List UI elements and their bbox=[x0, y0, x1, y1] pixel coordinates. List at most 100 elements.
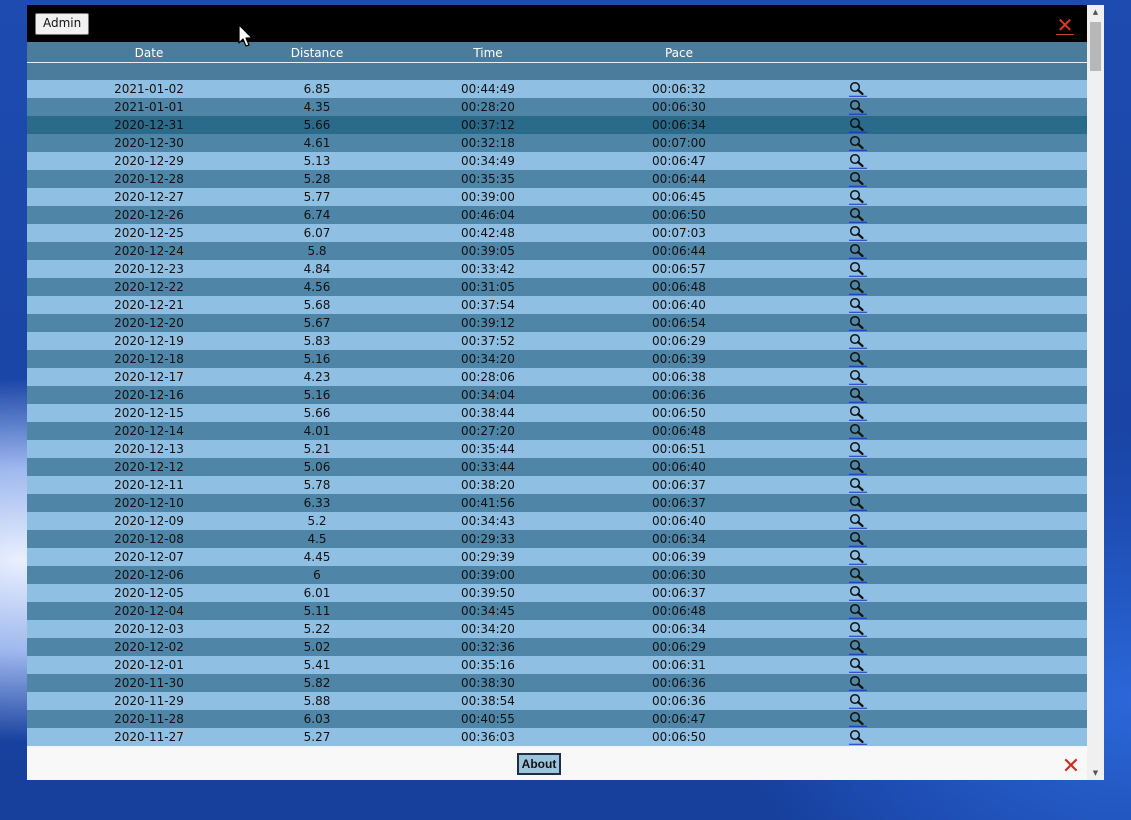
table-row[interactable]: 2021-01-02 6.85 00:44:49 00:06:32 bbox=[27, 80, 1087, 98]
magnifier-icon[interactable] bbox=[848, 657, 868, 673]
top-toolbar: Admin ✕ bbox=[27, 5, 1087, 42]
scrollbar-thumb[interactable] bbox=[1090, 22, 1101, 71]
magnifier-icon[interactable] bbox=[848, 639, 868, 655]
table-row[interactable]: 2020-12-22 4.56 00:31:05 00:06:48 bbox=[27, 278, 1087, 296]
magnifier-icon[interactable] bbox=[848, 423, 868, 439]
magnifier-icon[interactable] bbox=[848, 531, 868, 547]
pace-cell: 00:06:37 bbox=[652, 496, 706, 510]
table-row[interactable]: 2020-12-14 4.01 00:27:20 00:06:48 bbox=[27, 422, 1087, 440]
table-row[interactable]: 2020-12-18 5.16 00:34:20 00:06:39 bbox=[27, 350, 1087, 368]
magnifier-icon[interactable] bbox=[848, 675, 868, 691]
table-row[interactable]: 2020-12-07 4.45 00:29:39 00:06:39 bbox=[27, 548, 1087, 566]
magnifier-icon[interactable] bbox=[848, 207, 868, 223]
table-row[interactable]: 2020-12-08 4.5 00:29:33 00:06:34 bbox=[27, 530, 1087, 548]
date-cell: 2020-12-25 bbox=[114, 226, 184, 240]
pace-cell: 00:06:37 bbox=[652, 586, 706, 600]
magnifier-icon[interactable] bbox=[848, 369, 868, 385]
magnifier-icon[interactable] bbox=[848, 387, 868, 403]
magnifier-icon[interactable] bbox=[848, 567, 868, 583]
app-window: Admin ✕ Date Distance Time Pace 2021-01-… bbox=[27, 5, 1104, 780]
table-row[interactable]: 2020-12-21 5.68 00:37:54 00:06:40 bbox=[27, 296, 1087, 314]
table-row[interactable]: 2020-12-06 6 00:39:00 00:06:30 bbox=[27, 566, 1087, 584]
distance-cell: 6.74 bbox=[303, 208, 331, 222]
distance-cell: 5.02 bbox=[303, 640, 331, 654]
table-row[interactable]: 2020-12-15 5.66 00:38:44 00:06:50 bbox=[27, 404, 1087, 422]
magnifier-icon[interactable] bbox=[848, 243, 868, 259]
table-row[interactable]: 2021-01-01 4.35 00:28:20 00:06:30 bbox=[27, 98, 1087, 116]
column-header-distance[interactable]: Distance bbox=[277, 42, 357, 62]
magnifier-icon[interactable] bbox=[848, 99, 868, 115]
table-row[interactable]: 2020-12-04 5.11 00:34:45 00:06:48 bbox=[27, 602, 1087, 620]
scroll-up-arrow-icon[interactable]: ▲ bbox=[1087, 5, 1104, 19]
column-header-pace[interactable]: Pace bbox=[639, 42, 719, 62]
magnifier-icon[interactable] bbox=[848, 315, 868, 331]
magnifier-icon[interactable] bbox=[848, 549, 868, 565]
magnifier-icon[interactable] bbox=[848, 477, 868, 493]
table-row[interactable]: 2020-11-28 6.03 00:40:55 00:06:47 bbox=[27, 710, 1087, 728]
close-icon[interactable]: ✕ bbox=[1060, 756, 1082, 778]
table-row[interactable]: 2020-12-01 5.41 00:35:16 00:06:31 bbox=[27, 656, 1087, 674]
table-row[interactable]: 2020-12-12 5.06 00:33:44 00:06:40 bbox=[27, 458, 1087, 476]
magnifier-icon[interactable] bbox=[848, 729, 868, 745]
magnifier-icon[interactable] bbox=[848, 513, 868, 529]
table-row[interactable]: 2020-12-28 5.28 00:35:35 00:06:44 bbox=[27, 170, 1087, 188]
magnifier-icon[interactable] bbox=[848, 621, 868, 637]
table-row[interactable]: 2020-12-23 4.84 00:33:42 00:06:57 bbox=[27, 260, 1087, 278]
about-button[interactable]: About bbox=[517, 753, 561, 775]
close-icon[interactable]: ✕ bbox=[1054, 14, 1076, 36]
table-row[interactable]: 2020-11-29 5.88 00:38:54 00:06:36 bbox=[27, 692, 1087, 710]
magnifier-icon[interactable] bbox=[848, 585, 868, 601]
table-row[interactable]: 2020-12-11 5.78 00:38:20 00:06:37 bbox=[27, 476, 1087, 494]
magnifier-icon[interactable] bbox=[848, 603, 868, 619]
magnifier-icon[interactable] bbox=[848, 279, 868, 295]
table-row[interactable]: 2020-12-17 4.23 00:28:06 00:06:38 bbox=[27, 368, 1087, 386]
magnifier-icon[interactable] bbox=[848, 333, 868, 349]
magnifier-icon[interactable] bbox=[848, 711, 868, 727]
time-cell: 00:34:20 bbox=[461, 622, 515, 636]
table-row[interactable]: 2020-12-13 5.21 00:35:44 00:06:51 bbox=[27, 440, 1087, 458]
column-header-date[interactable]: Date bbox=[109, 42, 189, 62]
magnifier-icon[interactable] bbox=[848, 171, 868, 187]
table-row[interactable]: 2020-12-30 4.61 00:32:18 00:07:00 bbox=[27, 134, 1087, 152]
pace-cell: 00:06:50 bbox=[652, 406, 706, 420]
magnifier-icon[interactable] bbox=[848, 405, 868, 421]
magnifier-icon[interactable] bbox=[848, 261, 868, 277]
magnifier-icon[interactable] bbox=[848, 351, 868, 367]
table-row[interactable]: 2020-12-02 5.02 00:32:36 00:06:29 bbox=[27, 638, 1087, 656]
table-row[interactable]: 2020-12-20 5.67 00:39:12 00:06:54 bbox=[27, 314, 1087, 332]
magnifier-icon[interactable] bbox=[848, 81, 868, 97]
magnifier-icon[interactable] bbox=[848, 297, 868, 313]
table-row[interactable]: 2020-11-27 5.27 00:36:03 00:06:50 bbox=[27, 728, 1087, 746]
table-row[interactable]: 2020-12-26 6.74 00:46:04 00:06:50 bbox=[27, 206, 1087, 224]
table-row[interactable]: 2020-12-31 5.66 00:37:12 00:06:34 bbox=[27, 116, 1087, 134]
time-cell: 00:37:54 bbox=[461, 298, 515, 312]
time-cell: 00:44:49 bbox=[461, 82, 515, 96]
table-row[interactable]: 2020-12-24 5.8 00:39:05 00:06:44 bbox=[27, 242, 1087, 260]
magnifier-icon[interactable] bbox=[848, 225, 868, 241]
magnifier-icon[interactable] bbox=[848, 117, 868, 133]
magnifier-icon[interactable] bbox=[848, 135, 868, 151]
magnifier-icon[interactable] bbox=[848, 495, 868, 511]
table-row[interactable]: 2020-12-03 5.22 00:34:20 00:06:34 bbox=[27, 620, 1087, 638]
table-row[interactable]: 2020-12-19 5.83 00:37:52 00:06:29 bbox=[27, 332, 1087, 350]
magnifier-icon[interactable] bbox=[848, 459, 868, 475]
column-header-time[interactable]: Time bbox=[448, 42, 528, 62]
table-row[interactable]: 2020-12-05 6.01 00:39:50 00:06:37 bbox=[27, 584, 1087, 602]
magnifier-icon[interactable] bbox=[848, 441, 868, 457]
table-row[interactable]: 2020-12-25 6.07 00:42:48 00:07:03 bbox=[27, 224, 1087, 242]
magnifier-icon[interactable] bbox=[848, 189, 868, 205]
time-cell: 00:35:44 bbox=[461, 442, 515, 456]
table-row[interactable]: 2020-12-16 5.16 00:34:04 00:06:36 bbox=[27, 386, 1087, 404]
magnifier-icon[interactable] bbox=[848, 693, 868, 709]
table-row[interactable]: 2020-12-27 5.77 00:39:00 00:06:45 bbox=[27, 188, 1087, 206]
pace-cell: 00:06:40 bbox=[652, 460, 706, 474]
vertical-scrollbar[interactable]: ▲ ▼ bbox=[1087, 5, 1104, 780]
distance-cell: 4.45 bbox=[303, 550, 331, 564]
table-row[interactable]: 2020-12-09 5.2 00:34:43 00:06:40 bbox=[27, 512, 1087, 530]
table-row[interactable]: 2020-12-29 5.13 00:34:49 00:06:47 bbox=[27, 152, 1087, 170]
magnifier-icon[interactable] bbox=[848, 153, 868, 169]
scroll-down-arrow-icon[interactable]: ▼ bbox=[1087, 766, 1104, 780]
table-row[interactable]: 2020-11-30 5.82 00:38:30 00:06:36 bbox=[27, 674, 1087, 692]
table-row[interactable]: 2020-12-10 6.33 00:41:56 00:06:37 bbox=[27, 494, 1087, 512]
admin-button[interactable]: Admin bbox=[35, 13, 90, 35]
